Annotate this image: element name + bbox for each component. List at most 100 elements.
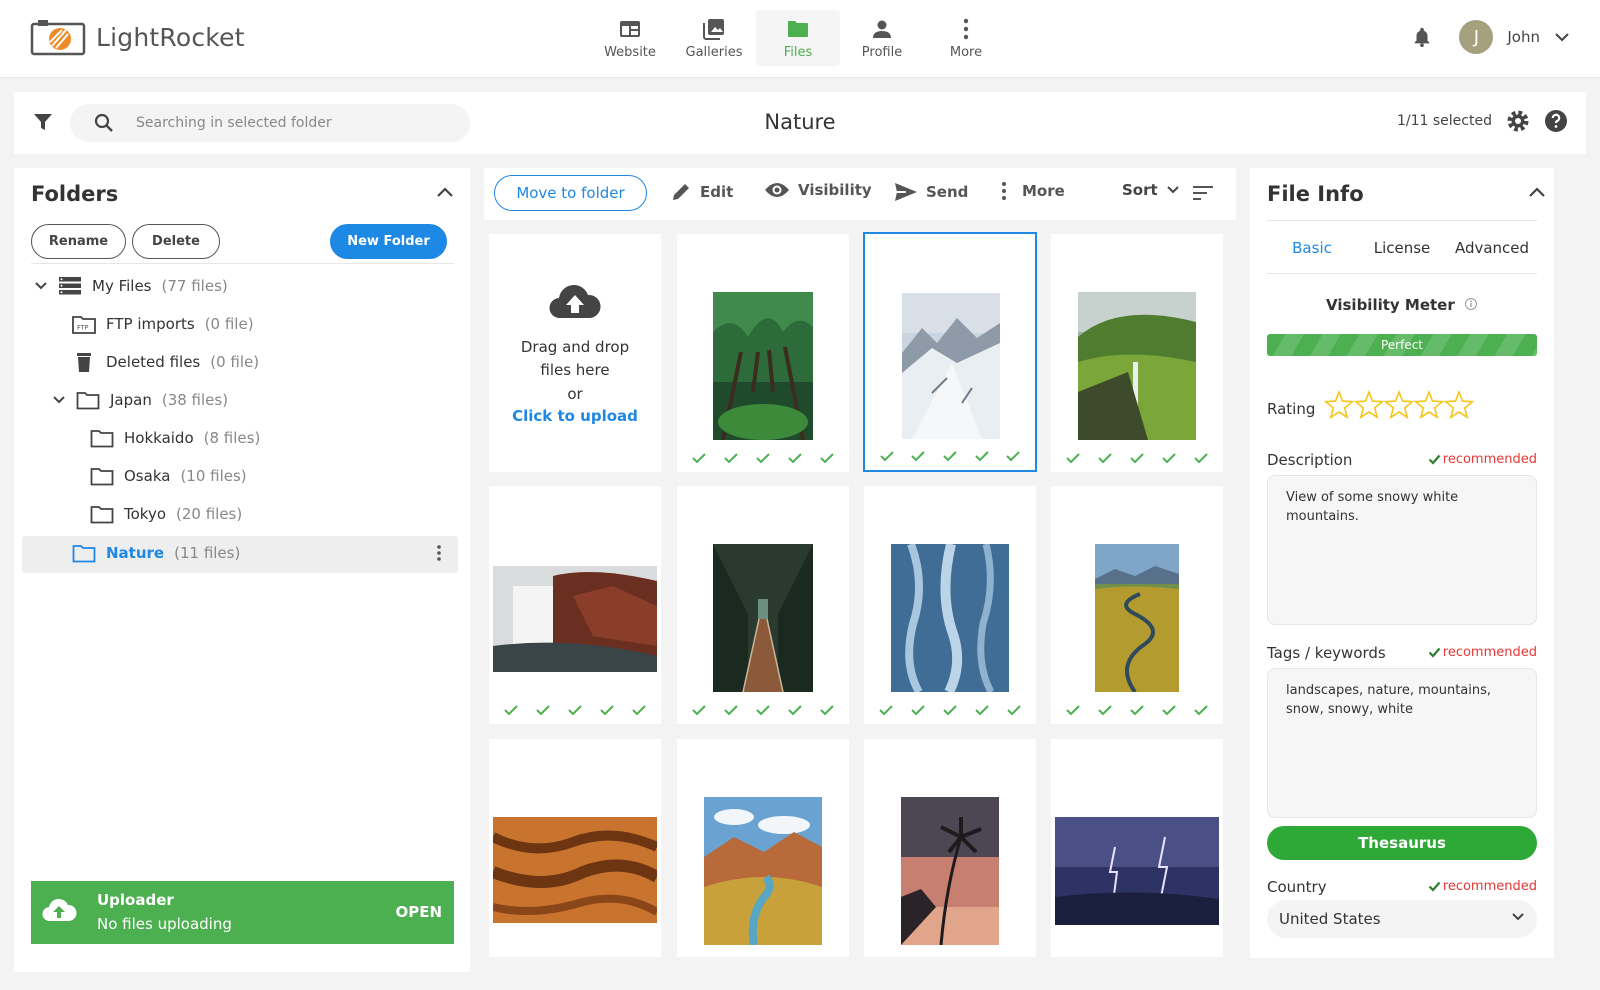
rating-label: Rating (1267, 400, 1316, 418)
photo-thumbnail[interactable] (1095, 544, 1179, 692)
photo-thumbnail[interactable] (493, 566, 657, 672)
file-card-sand-dunes[interactable] (489, 739, 661, 957)
sort-order-icon[interactable] (1192, 184, 1214, 202)
nav-more-label: More (949, 44, 983, 60)
country-recommended-badge: recommended (1428, 879, 1537, 894)
tree-item-label: Tokyo (124, 505, 166, 523)
cloud-upload-icon (42, 898, 77, 922)
filter-button[interactable] (32, 112, 54, 136)
folder-options-icon[interactable] (434, 544, 444, 562)
send-button[interactable]: Send (894, 181, 968, 203)
new-folder-button[interactable]: New Folder (330, 224, 447, 259)
more-actions-button[interactable]: More (1000, 181, 1065, 201)
file-card-forest-path[interactable] (677, 234, 849, 472)
gear-icon[interactable] (1506, 109, 1530, 133)
chevron-down-icon[interactable] (1554, 32, 1570, 42)
sort-button[interactable]: Sort (1122, 181, 1180, 199)
tree-item-tokyo[interactable]: Tokyo (20 files) (90, 502, 242, 526)
tab-basic[interactable]: Basic (1267, 221, 1357, 273)
galleries-icon (703, 18, 724, 40)
tree-item-ftp-imports[interactable]: FTP FTP imports (0 file) (72, 312, 254, 336)
photo-thumbnail[interactable] (704, 797, 822, 945)
logo[interactable]: LightRocket (30, 18, 245, 56)
tags-label: Tags / keywords (1267, 644, 1386, 662)
file-card-canyon-river[interactable] (677, 739, 849, 957)
tab-advanced[interactable]: Advanced (1447, 221, 1537, 273)
chevron-down-icon[interactable] (34, 281, 48, 291)
tree-item-label: Hokkaido (124, 429, 194, 447)
check-icon (1428, 647, 1441, 658)
star-5[interactable] (1443, 390, 1474, 420)
thesaurus-button[interactable]: Thesaurus (1267, 826, 1537, 860)
file-card-bridge[interactable] (677, 486, 849, 724)
filter-icon (34, 114, 52, 130)
file-card-river-valley[interactable] (1051, 486, 1223, 724)
tree-item-deleted-files[interactable]: Deleted files (0 file) (72, 350, 259, 374)
photo-thumbnail[interactable] (891, 544, 1009, 692)
tree-item-label: FTP imports (106, 315, 195, 333)
photo-thumbnail[interactable] (713, 544, 813, 692)
star-1[interactable] (1324, 390, 1355, 420)
file-card-palm-sunset[interactable] (864, 739, 1036, 957)
tree-item-count: (20 files) (176, 505, 243, 523)
nav-galleries[interactable]: Galleries (672, 10, 756, 66)
folder-outline-icon (72, 545, 96, 563)
star-3[interactable] (1383, 390, 1415, 420)
more-vertical-icon (1002, 182, 1006, 200)
photo-thumbnail[interactable] (902, 293, 1000, 439)
nav-profile[interactable]: Profile (840, 10, 924, 66)
tree-item-japan[interactable]: Japan (38 files) (52, 388, 228, 412)
star-2[interactable] (1353, 390, 1385, 420)
file-card-blue-texture[interactable] (864, 486, 1036, 724)
photo-thumbnail[interactable] (901, 797, 999, 945)
collapse-file-info-icon[interactable] (1528, 186, 1546, 198)
country-select[interactable]: United States (1267, 900, 1537, 938)
star-4[interactable] (1413, 390, 1445, 420)
description-field[interactable]: View of some snowy white mountains. (1267, 475, 1537, 625)
file-card-snowy-mountains[interactable] (863, 232, 1037, 472)
tags-field[interactable]: landscapes, nature, mountains, snow, sno… (1267, 668, 1537, 818)
user-name[interactable]: John (1507, 28, 1540, 46)
visibility-button[interactable]: Visibility (764, 181, 872, 199)
upload-dropzone[interactable]: Drag and drop files here or Click to upl… (489, 234, 661, 472)
bell-icon[interactable] (1411, 25, 1433, 49)
tree-item-osaka[interactable]: Osaka (10 files) (90, 464, 247, 488)
sort-label: Sort (1122, 181, 1158, 199)
country-value: United States (1279, 910, 1381, 928)
help-icon[interactable] (1544, 109, 1568, 133)
check-icon (1428, 881, 1441, 892)
uploader-open-button[interactable]: OPEN (395, 903, 442, 921)
chevron-down-icon[interactable] (52, 395, 66, 405)
info-icon[interactable] (1464, 297, 1478, 311)
file-card-lightning-storm[interactable] (1051, 739, 1223, 957)
file-card-green-waterfall[interactable] (1051, 234, 1223, 472)
chevron-down-icon (1512, 913, 1524, 921)
avatar[interactable]: J (1459, 20, 1494, 54)
search-input[interactable] (136, 115, 436, 131)
tree-item-label: Osaka (124, 467, 171, 485)
photo-thumbnail[interactable] (1078, 292, 1196, 440)
rename-button[interactable]: Rename (31, 224, 126, 259)
tree-item-nature[interactable]: Nature (11 files) (72, 541, 240, 565)
move-to-folder-button[interactable]: Move to folder (494, 175, 647, 211)
rating-stars[interactable] (1324, 390, 1474, 422)
photo-thumbnail[interactable] (493, 817, 657, 923)
file-info-tabs: Basic License Advanced (1267, 220, 1537, 274)
tree-item-my-files[interactable]: My Files (77 files) (34, 274, 228, 298)
nav-files[interactable]: Files (756, 10, 840, 66)
photo-thumbnail[interactable] (713, 292, 813, 440)
tab-license[interactable]: License (1357, 221, 1447, 273)
collapse-folders-icon[interactable] (436, 186, 454, 198)
delete-button[interactable]: Delete (132, 224, 220, 259)
nav-more[interactable]: More (924, 10, 1008, 66)
file-card-red-rock-waterfall[interactable] (489, 486, 661, 724)
uploader-bar[interactable]: Uploader No files uploading OPEN (31, 881, 454, 944)
photo-thumbnail[interactable] (1055, 817, 1219, 925)
edit-button[interactable]: Edit (670, 181, 733, 203)
tree-item-count: (77 files) (161, 277, 228, 295)
nav-website[interactable]: Website (588, 10, 672, 66)
click-to-upload-link[interactable]: Click to upload (489, 407, 661, 425)
visibility-meter-bar: Perfect (1267, 334, 1537, 356)
visibility-meter-label: Visibility Meter (1250, 296, 1554, 314)
tree-item-hokkaido[interactable]: Hokkaido (8 files) (90, 426, 260, 450)
